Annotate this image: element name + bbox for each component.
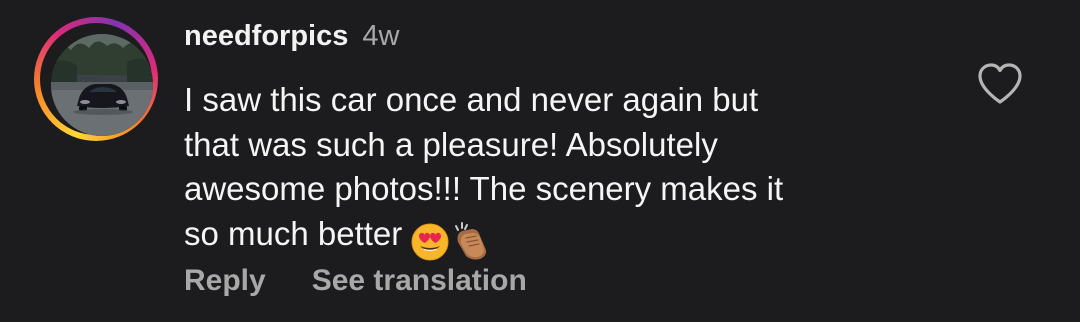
like-button[interactable] xyxy=(976,62,1024,106)
avatar[interactable] xyxy=(51,34,153,136)
avatar-ring-gap xyxy=(40,23,153,136)
comment-header: needforpics 4w xyxy=(184,20,399,60)
avatar-story-ring[interactable] xyxy=(34,17,158,141)
see-translation-button[interactable]: See translation xyxy=(312,264,527,298)
heart-eyes-emoji-icon xyxy=(411,223,449,261)
comment-text-line-last: so much better xyxy=(184,212,944,263)
reply-button[interactable]: Reply xyxy=(184,264,266,298)
emoji-group xyxy=(410,218,490,263)
avatar-car-photo xyxy=(51,34,153,136)
comment-actions: Reply See translation xyxy=(184,264,527,298)
clapping-hands-emoji-icon xyxy=(455,221,487,260)
comment-text: I saw this car once and never again but … xyxy=(184,78,944,262)
comment-text-line: that was such a pleasure! Absolutely xyxy=(184,125,718,163)
comment-text-line: so much better xyxy=(184,214,403,252)
comment-text-line: I saw this car once and never again but xyxy=(184,81,759,118)
heart-outline-icon xyxy=(978,63,1022,104)
username[interactable]: needforpics xyxy=(184,20,348,53)
comment-text-line: awesome photos!!! The scenery makes it xyxy=(184,170,784,207)
comment-item: needforpics 4w I saw this car once and n… xyxy=(0,0,1080,322)
timestamp: 4w xyxy=(362,20,400,52)
